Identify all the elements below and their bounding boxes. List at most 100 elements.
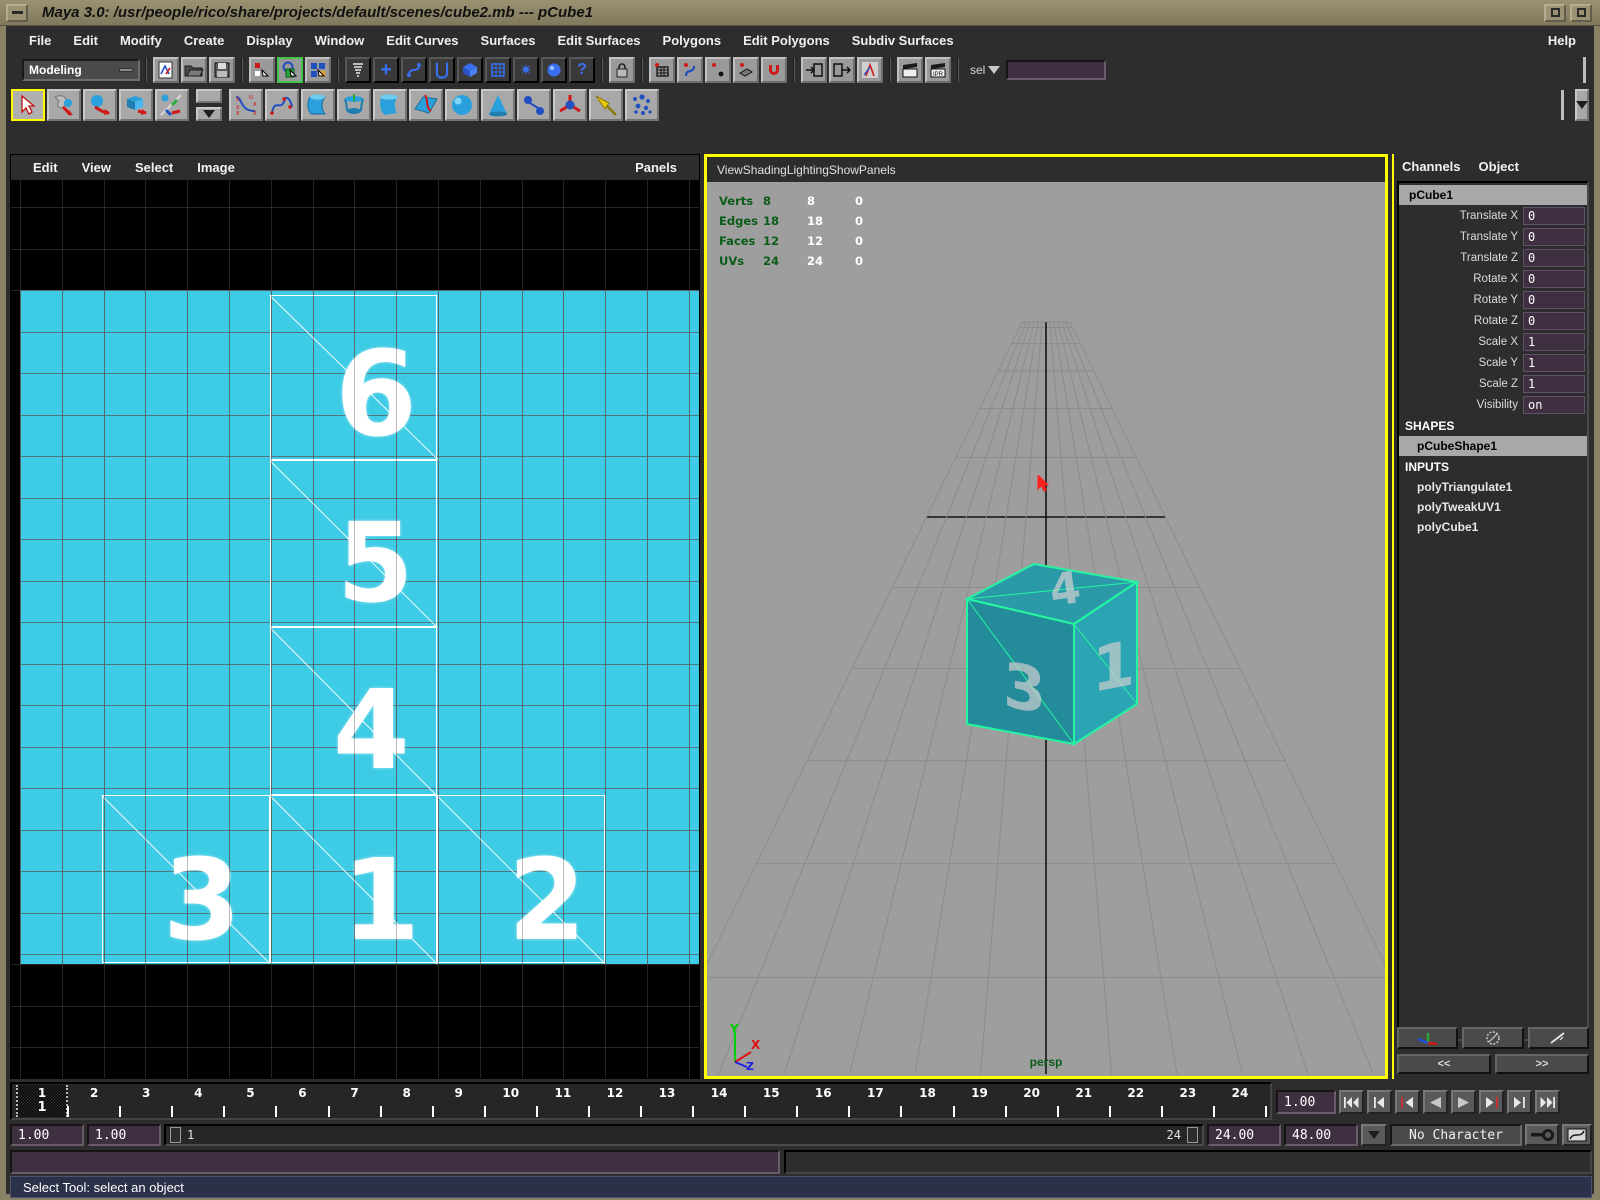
toolbox-overflow-icon[interactable] (1575, 89, 1589, 121)
select-by-hierarchy-icon[interactable] (249, 57, 275, 83)
component-mask-icon[interactable] (345, 57, 371, 83)
shelf-tab-up-icon[interactable] (196, 89, 222, 103)
channel-row-translate-x[interactable]: Translate X 0 (1399, 205, 1587, 226)
snap-magnet-icon[interactable] (761, 57, 787, 83)
ik-handle-icon[interactable] (553, 89, 587, 121)
ipr-render-icon[interactable]: IPR (925, 57, 951, 83)
menu-edit-surfaces[interactable]: Edit Surfaces (546, 30, 651, 51)
selection-mask-dropdown[interactable]: sel (964, 63, 1006, 77)
dynamics-mask-icon[interactable]: ✷ (513, 57, 539, 83)
persp-menu-view[interactable]: View (717, 163, 743, 177)
channel-value[interactable]: 0 (1523, 291, 1585, 309)
channel-value[interactable]: 0 (1523, 228, 1585, 246)
window-close-button[interactable] (1570, 4, 1592, 22)
uv-panels-menu[interactable]: Panels (623, 158, 689, 177)
menu-surfaces[interactable]: Surfaces (470, 30, 547, 51)
persp-menu-shading[interactable]: Shading (743, 163, 787, 177)
lasso-select-tool-icon[interactable] (47, 89, 81, 121)
command-input[interactable] (10, 1150, 780, 1174)
render-mask-icon[interactable] (541, 57, 567, 83)
uv-menu-image[interactable]: Image (185, 158, 247, 177)
playback-options-dropdown[interactable] (1361, 1124, 1387, 1146)
move-tool-icon[interactable] (83, 89, 117, 121)
menu-modify[interactable]: Modify (109, 30, 173, 51)
selection-name-input[interactable] (1006, 60, 1106, 80)
animation-preferences-icon[interactable] (1562, 1124, 1592, 1146)
snap-curve-icon[interactable] (677, 57, 703, 83)
nurbs-sphere-icon[interactable] (445, 89, 479, 121)
construction-history-icon[interactable] (857, 57, 883, 83)
window-maximize-button[interactable] (1544, 4, 1566, 22)
perspective-viewport[interactable]: Verts 8 8 0 Edges 18 18 0 Faces 12 12 0 … (707, 182, 1385, 1074)
uv-canvas[interactable]: 6 5 4 3 1 2 (11, 180, 699, 1078)
menu-edit[interactable]: Edit (62, 30, 109, 51)
tab-object[interactable]: Object (1479, 159, 1519, 174)
channel-value[interactable]: 0 (1523, 270, 1585, 288)
channel-row-scale-x[interactable]: Scale X 1 (1399, 331, 1587, 352)
tab-channels[interactable]: Channels (1402, 159, 1461, 174)
rotate-tool-icon[interactable] (119, 89, 153, 121)
uv-texture-space[interactable]: 6 5 4 3 1 2 (20, 290, 699, 964)
step-back-frame-icon[interactable] (1395, 1090, 1420, 1114)
persp-panels-menu[interactable]: Panels (859, 163, 896, 177)
joint-tool-icon[interactable] (517, 89, 551, 121)
channel-value[interactable]: on (1523, 396, 1585, 414)
range-slider-left-handle[interactable] (170, 1127, 181, 1143)
channel-row-translate-y[interactable]: Translate Y 0 (1399, 226, 1587, 247)
input-item-polycube1[interactable]: polyCube1 (1399, 517, 1587, 537)
points-mask-icon[interactable]: + (373, 57, 399, 83)
channel-box-prev-button[interactable]: << (1397, 1054, 1491, 1074)
playback-start-time-field[interactable]: 1.00 (87, 1124, 161, 1146)
go-to-end-icon[interactable] (1535, 1090, 1560, 1114)
misc-mask-icon[interactable]: ? (569, 57, 595, 83)
snap-point-icon[interactable] (705, 57, 731, 83)
channel-value[interactable]: 0 (1523, 312, 1585, 330)
channel-row-scale-z[interactable]: Scale Z 1 (1399, 373, 1587, 394)
shape-item-pcubeshape1[interactable]: pCubeShape1 (1399, 436, 1587, 456)
current-time-field[interactable]: 1.00 (1276, 1090, 1336, 1114)
range-slider-bar[interactable]: 1 24 (164, 1124, 1204, 1146)
menu-edit-polygons[interactable]: Edit Polygons (732, 30, 841, 51)
save-scene-icon[interactable] (209, 57, 235, 83)
pcube-object[interactable]: 4 3 1 (959, 554, 1179, 784)
time-slider[interactable]: 1 12345678910111213141516171819202122232… (10, 1082, 1272, 1120)
uv-menu-view[interactable]: View (70, 158, 123, 177)
particle-tool-icon[interactable] (625, 89, 659, 121)
nurbs-cone-icon[interactable] (481, 89, 515, 121)
channel-row-visibility[interactable]: Visibility on (1399, 394, 1587, 415)
animation-end-time-field[interactable]: 48.00 (1284, 1124, 1358, 1146)
channel-row-rotate-z[interactable]: Rotate Z 0 (1399, 310, 1587, 331)
snap-grid-icon[interactable] (649, 57, 675, 83)
shelf-tab-down-icon[interactable] (196, 107, 222, 121)
channel-value[interactable]: 1 (1523, 354, 1585, 372)
step-back-keyframe-icon[interactable] (1367, 1090, 1392, 1114)
lock-selection-icon[interactable] (609, 57, 635, 83)
menu-polygons[interactable]: Polygons (652, 30, 733, 51)
output-connections-icon[interactable] (829, 57, 855, 83)
menu-display[interactable]: Display (235, 30, 303, 51)
no-manipulator-icon[interactable] (1462, 1027, 1523, 1049)
render-current-frame-icon[interactable] (897, 57, 923, 83)
scale-tool-icon[interactable] (155, 89, 189, 121)
range-slider-right-handle[interactable] (1187, 1127, 1198, 1143)
play-backwards-icon[interactable] (1423, 1090, 1448, 1114)
menu-window[interactable]: Window (304, 30, 376, 51)
hull-mask-icon[interactable] (485, 57, 511, 83)
channel-box-next-button[interactable]: >> (1495, 1054, 1589, 1074)
planar-surface-icon[interactable] (409, 89, 443, 121)
spot-light-icon[interactable] (589, 89, 623, 121)
character-set-menu[interactable]: No Character (1390, 1124, 1522, 1146)
channel-row-translate-z[interactable]: Translate Z 0 (1399, 247, 1587, 268)
channel-value[interactable]: 0 (1523, 207, 1585, 225)
revolve-icon[interactable] (301, 89, 335, 121)
playback-end-time-field[interactable]: 24.00 (1207, 1124, 1281, 1146)
snap-view-plane-icon[interactable] (733, 57, 759, 83)
channel-value[interactable]: 1 (1523, 333, 1585, 351)
select-by-component-type-icon[interactable] (305, 57, 331, 83)
channel-row-scale-y[interactable]: Scale Y 1 (1399, 352, 1587, 373)
select-tool-icon[interactable] (11, 89, 45, 121)
lines-mask-icon[interactable] (401, 57, 427, 83)
input-item-polytweakuv1[interactable]: polyTweakUV1 (1399, 497, 1587, 517)
menu-subdiv-surfaces[interactable]: Subdiv Surfaces (841, 30, 965, 51)
animation-start-time-field[interactable]: 1.00 (10, 1124, 84, 1146)
